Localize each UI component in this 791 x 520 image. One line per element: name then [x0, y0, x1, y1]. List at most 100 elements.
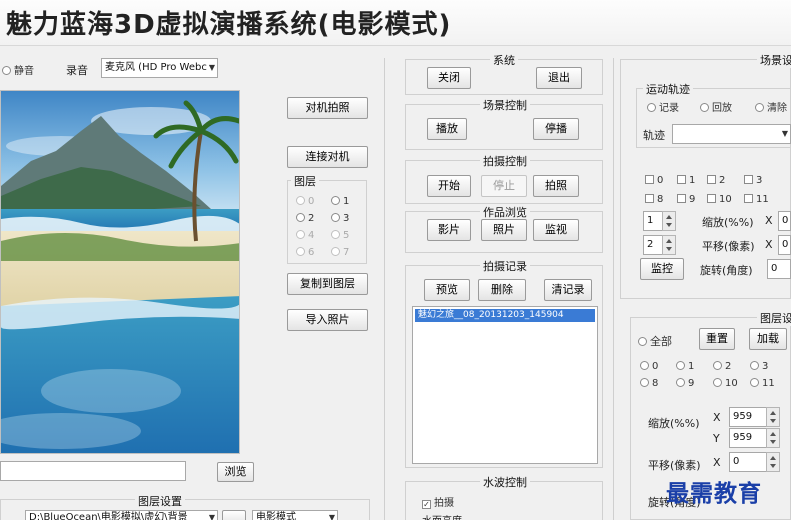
motion-clear-radio[interactable]: 清除 — [755, 99, 787, 114]
shoot-button[interactable]: 对机拍照 — [287, 97, 368, 119]
layer-scale-x-label: X — [713, 411, 721, 424]
clear-record-button[interactable]: 清记录 — [544, 279, 592, 301]
wave-label: 水面高度 — [422, 512, 462, 520]
title-bar: 魅力蓝海3D虚拟演播系统(电影模式) — [0, 0, 791, 46]
camera-preview — [0, 90, 240, 454]
photo-browse-button[interactable]: 照片 — [481, 219, 527, 241]
import-photo-button[interactable]: 导入照片 — [287, 309, 368, 331]
scene-check-1[interactable]: 1 — [677, 175, 695, 186]
motion-playback-radio[interactable]: 回放 — [700, 99, 732, 114]
scene-scale-label: 缩放(%%) — [702, 216, 754, 229]
layer-opt-8[interactable]: 8 — [640, 378, 658, 389]
video-button[interactable]: 影片 — [427, 219, 471, 241]
scene-offset-x-input[interactable]: 0 — [778, 235, 791, 255]
track-select[interactable]: ▼ — [672, 124, 791, 144]
layer-opt-1[interactable]: 1 — [676, 361, 694, 372]
panel-divider — [384, 58, 385, 520]
beach-scene-image — [1, 91, 239, 453]
layer-path-select[interactable]: D:\BlueOcean\电影模拟\虚幻\背景 ▼ — [25, 510, 218, 520]
play-button[interactable]: 播放 — [427, 118, 467, 140]
layer-offset-x-stepper[interactable] — [766, 452, 780, 472]
stop-button[interactable]: 停止 — [481, 175, 527, 197]
system-group-title: 系统 — [490, 52, 518, 68]
monitor-scene-button[interactable]: 监控 — [640, 258, 684, 280]
pause-button[interactable]: 停播 — [533, 118, 579, 140]
layer-scale-y-input[interactable]: 959 — [729, 428, 767, 448]
scene-scale-x-label: X — [765, 214, 773, 227]
layer-scale-label: 缩放(%%) — [648, 417, 700, 430]
scene-check-2[interactable]: 2 — [707, 175, 725, 186]
connect-button[interactable]: 连接对机 — [287, 146, 368, 168]
monitor-button[interactable]: 监视 — [533, 219, 579, 241]
scene-spin-1-stepper[interactable] — [662, 211, 676, 231]
layer-group-title: 图层 — [291, 173, 319, 189]
track-label: 轨迹 — [643, 129, 665, 142]
start-button[interactable]: 开始 — [427, 175, 471, 197]
shoot-record-title: 拍摄记录 — [480, 258, 530, 274]
splash-checkbox[interactable]: 拍摄 — [422, 494, 454, 509]
layer-opt-9[interactable]: 9 — [676, 378, 694, 389]
scene-check-9[interactable]: 9 — [677, 194, 695, 205]
layer-scale-x-input[interactable]: 959 — [729, 407, 767, 427]
scene-rotate-label: 旋转(角度) — [700, 264, 753, 277]
layer-opt-0[interactable]: 0 — [640, 361, 658, 372]
layer-settings-right-title: 图层设置 — [757, 310, 791, 326]
scene-check-3[interactable]: 3 — [744, 175, 762, 186]
motion-track-title: 运动轨迹 — [643, 81, 693, 97]
close-button[interactable]: 关闭 — [427, 67, 471, 89]
exit-button[interactable]: 退出 — [536, 67, 582, 89]
water-control-title: 水波控制 — [480, 474, 530, 490]
layer-radio-1[interactable]: 1 — [331, 196, 349, 207]
chevron-down-icon: ▼ — [208, 513, 215, 520]
scene-check-0[interactable]: 0 — [645, 175, 663, 186]
scene-spin-2-input[interactable]: 2 — [643, 235, 663, 255]
record-list[interactable]: 魅幻之旅__08_20131203_145904 — [412, 306, 598, 464]
list-item[interactable]: 魅幻之旅__08_20131203_145904 — [415, 309, 595, 322]
load-button[interactable]: 加载 — [749, 328, 787, 350]
scene-check-11[interactable]: 11 — [744, 194, 769, 205]
scene-control-title: 场景控制 — [480, 97, 530, 113]
layer-radio-0[interactable]: 0 — [296, 196, 314, 207]
layer-opt-10[interactable]: 10 — [713, 378, 738, 389]
delete-button[interactable]: 删除 — [478, 279, 526, 301]
scene-spin-2-stepper[interactable] — [662, 235, 676, 255]
layer-all-radio[interactable]: 全部 — [638, 333, 672, 349]
layer-scale-y-label: Y — [713, 432, 720, 445]
browse-button[interactable]: 浏览 — [217, 462, 254, 482]
mute-radio[interactable]: 静音 — [2, 62, 34, 77]
layer-radio-6[interactable]: 6 — [296, 247, 314, 258]
layer-radio-5[interactable]: 5 — [331, 230, 349, 241]
layer-opt-2[interactable]: 2 — [713, 361, 731, 372]
layer-scale-y-stepper[interactable] — [766, 428, 780, 448]
layer-scale-x-stepper[interactable] — [766, 407, 780, 427]
copy-to-layer-button[interactable]: 复制到图层 — [287, 273, 368, 295]
reset-button[interactable]: 重置 — [699, 328, 735, 350]
layer-offset-x-input[interactable]: 0 — [729, 452, 767, 472]
layer-browse-button[interactable] — [222, 510, 246, 520]
panel-divider — [613, 58, 614, 520]
layer-radio-3[interactable]: 3 — [331, 213, 349, 224]
layer-offset-x-label: X — [713, 456, 721, 469]
scene-spin-1-input[interactable]: 1 — [643, 211, 663, 231]
scene-check-10[interactable]: 10 — [707, 194, 732, 205]
layer-radio-4[interactable]: 4 — [296, 230, 314, 241]
scene-check-8[interactable]: 8 — [645, 194, 663, 205]
watermark-text: 最需教育 — [666, 480, 762, 507]
preview-button[interactable]: 预览 — [424, 279, 470, 301]
scene-offset-label: 平移(像素) — [702, 240, 755, 253]
layer-radio-7[interactable]: 7 — [331, 247, 349, 258]
scene-scale-x-input[interactable]: 0 — [778, 211, 791, 231]
layer-opt-11[interactable]: 11 — [750, 378, 775, 389]
audio-device-select[interactable]: 麦克风 (HD Pro Webc ▼ — [101, 58, 218, 78]
scene-rotate-input[interactable]: 0 — [767, 259, 791, 279]
window-title: 魅力蓝海3D虚拟演播系统(电影模式) — [6, 10, 452, 40]
mode-select[interactable]: 电影模式 ▼ — [252, 510, 338, 520]
layer-settings-title: 图层设置 — [135, 493, 185, 509]
scene-offset-x-label: X — [765, 238, 773, 251]
layer-radio-2[interactable]: 2 — [296, 213, 314, 224]
path-input[interactable] — [0, 461, 186, 481]
layer-opt-3[interactable]: 3 — [750, 361, 768, 372]
motion-record-radio[interactable]: 记录 — [647, 99, 679, 114]
audio-label: 录音 — [66, 64, 88, 77]
photo-button[interactable]: 拍照 — [533, 175, 579, 197]
